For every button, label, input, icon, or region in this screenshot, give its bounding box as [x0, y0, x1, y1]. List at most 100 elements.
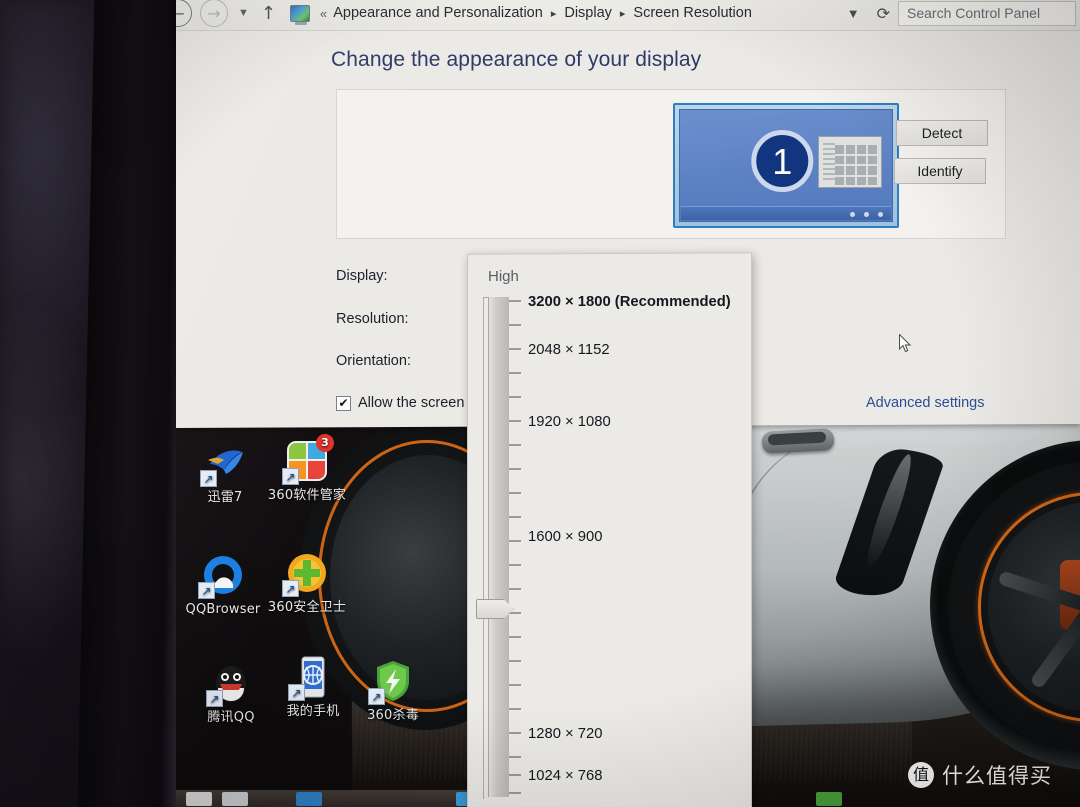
breadcrumb-separator-icon: ▸: [619, 7, 626, 20]
slider-tick: [509, 564, 521, 566]
monitor-preview-taskbar: [681, 206, 891, 220]
shortcut-arrow-icon: ↗: [282, 468, 299, 485]
allow-screen-checkbox-label: Allow the screen: [358, 395, 465, 411]
slider-tick: [509, 468, 521, 470]
taskbar-item[interactable]: [296, 792, 322, 806]
slider-tick: [509, 444, 521, 446]
desktop-icon-label: 我的手机: [286, 704, 340, 719]
recent-pages-chevron-down-icon[interactable]: ▼: [238, 7, 249, 19]
slider-tick: [509, 324, 521, 326]
360-antivirus-icon: ↗: [368, 658, 416, 705]
monitor-sample-window-grid: [835, 145, 877, 185]
mouse-cursor: [899, 333, 912, 354]
desktop-icon-label: 360杀毒: [367, 708, 419, 723]
monitor-preview-screen: 1: [679, 109, 893, 222]
advanced-settings-link[interactable]: Advanced settings: [866, 395, 985, 411]
forward-arrow-icon[interactable]: →: [200, 0, 228, 27]
display-icon: [289, 4, 310, 22]
shortcut-arrow-icon: ↗: [282, 580, 299, 597]
resolution-slider-flyout[interactable]: High 3200 × 1800 (Recommended) 2048 × 11…: [467, 252, 752, 807]
slider-tick: [509, 396, 521, 398]
desktop-icon-label: 360安全卫士: [267, 600, 347, 615]
shortcut-arrow-icon: ↗: [288, 684, 305, 701]
desktop-icon-label: 迅雷7: [207, 490, 243, 505]
slider-tick: [509, 492, 521, 494]
page-title: Change the appearance of your display: [331, 48, 702, 71]
slider-tick: [509, 516, 521, 518]
taskbar-item[interactable]: [816, 792, 842, 806]
shortcut-arrow-icon: ↗: [368, 688, 385, 705]
slider-tick: [509, 420, 521, 422]
monitor-number-badge: 1: [751, 129, 814, 192]
360-security-guard-icon: ↗: [282, 550, 330, 597]
desktop-icon-360-antivirus[interactable]: ↗ 360杀毒: [348, 658, 438, 723]
slider-track[interactable]: [488, 297, 509, 797]
desktop-icon-360-software-manager[interactable]: 3 ↗ 360软件管家: [262, 434, 352, 503]
slider-tick: [509, 792, 521, 794]
resolution-option-2048x1152[interactable]: 2048 × 1152: [528, 342, 610, 358]
breadcrumb-separator-icon: ▸: [550, 7, 557, 20]
desktop-icon-qqbrowser[interactable]: ↗ QQBrowser: [178, 552, 268, 617]
slider-tick: [509, 756, 521, 758]
desktop-icon-my-phone[interactable]: ↗ 我的手机: [268, 654, 358, 719]
slider-tick: [509, 540, 521, 542]
search-placeholder: Search Control Panel: [907, 5, 1041, 21]
slider-tick: [509, 708, 521, 710]
desktop-icon-label: 360软件管家: [267, 488, 347, 503]
shortcut-arrow-icon: ↗: [200, 470, 217, 487]
search-input[interactable]: Search Control Panel: [898, 0, 1076, 26]
slider-tick: [509, 348, 521, 350]
refresh-icon[interactable]: ⟳: [869, 3, 898, 22]
slider-tick: [509, 732, 521, 734]
resolution-option-1600x900[interactable]: 1600 × 900: [528, 529, 602, 545]
slider-tick: [509, 684, 521, 686]
breadcrumb-item-display[interactable]: Display: [564, 5, 612, 21]
resolution-option-1280x720[interactable]: 1280 × 720: [528, 726, 602, 742]
resolution-option-1920x1080[interactable]: 1920 × 1080: [528, 414, 611, 430]
resolution-label: Resolution:: [336, 311, 409, 327]
orientation-label: Orientation:: [336, 353, 411, 369]
slider-tick: [509, 774, 521, 776]
desktop-icon-360-security-guard[interactable]: ↗ 360安全卫士: [262, 550, 352, 615]
watermark: 值 什么值得买: [908, 760, 1052, 790]
qq-browser-icon: ↗: [198, 552, 246, 599]
breadcrumb-overflow[interactable]: «: [320, 5, 331, 21]
address-bar: ← → ▼ ↑ « Appearance and Personalization…: [176, 0, 1080, 31]
breadcrumb-item-appearance[interactable]: Appearance and Personalization: [333, 5, 543, 21]
tencent-qq-icon: ↗: [206, 660, 254, 707]
identify-button[interactable]: Identify: [894, 158, 986, 184]
slider-high-label: High: [488, 268, 519, 285]
up-arrow-icon[interactable]: ↑: [261, 2, 276, 23]
slider-tick: [509, 588, 521, 590]
xunlei-icon: ↗: [200, 440, 248, 487]
slider-tick: [509, 612, 521, 614]
watermark-badge-icon: 值: [908, 762, 934, 788]
allow-screen-checkbox-row[interactable]: ✔ Allow the screen: [336, 395, 464, 411]
my-phone-icon: ↗: [288, 654, 336, 701]
breadcrumb: « Appearance and Personalization ▸ Displ…: [320, 5, 752, 21]
allow-screen-checkbox[interactable]: ✔: [336, 395, 351, 411]
breadcrumb-item-screen-resolution[interactable]: Screen Resolution: [633, 5, 752, 21]
taskbar-item[interactable]: [186, 792, 212, 806]
display-label: Display:: [336, 268, 388, 284]
address-chevron-down-icon[interactable]: ▼: [838, 6, 869, 21]
shortcut-arrow-icon: ↗: [198, 582, 215, 599]
resolution-option-1024x768[interactable]: 1024 × 768: [528, 768, 602, 784]
desktop-icon-tencent-qq[interactable]: ↗ 腾讯QQ: [186, 660, 276, 725]
taskbar-item[interactable]: [222, 792, 248, 806]
detect-button[interactable]: Detect: [896, 120, 988, 146]
watermark-text: 什么值得买: [942, 764, 1052, 788]
monitor-preview[interactable]: 1: [673, 103, 899, 228]
back-arrow-icon[interactable]: ←: [176, 0, 192, 27]
desktop-icon-label: 腾讯QQ: [207, 710, 255, 725]
slider-tick: [509, 660, 521, 662]
notification-badge: 3: [316, 434, 334, 452]
shortcut-arrow-icon: ↗: [206, 690, 223, 707]
monitor-sample-window-sidebar: [823, 143, 835, 183]
desktop-icon-xunlei7[interactable]: ↗ 迅雷7: [180, 440, 270, 505]
slider-tick: [509, 636, 521, 638]
monitor-sample-window: [818, 136, 882, 188]
slider-track-line: [483, 297, 484, 799]
resolution-option-3200x1800[interactable]: 3200 × 1800 (Recommended): [528, 294, 731, 310]
360-software-manager-icon: 3 ↗: [282, 434, 334, 485]
